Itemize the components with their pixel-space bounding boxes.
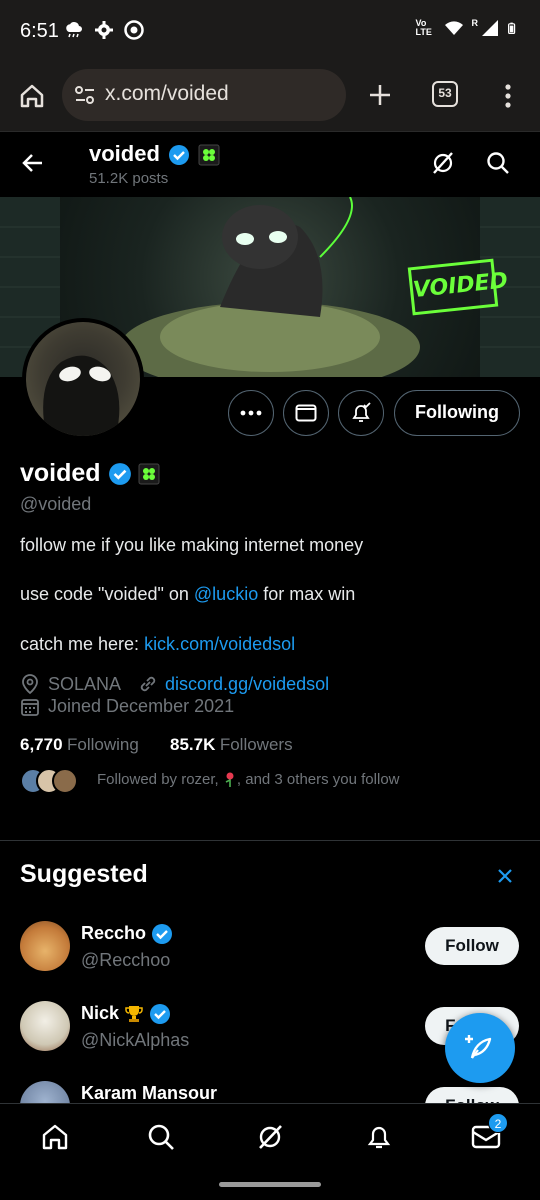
search-icon[interactable] — [485, 150, 511, 176]
joined-text: Joined December 2021 — [48, 696, 235, 716]
profile-handle: @voided — [20, 494, 92, 514]
bell-check-icon — [352, 402, 371, 422]
bio-text: catch me here: — [20, 634, 145, 654]
verified-badge-icon — [108, 463, 131, 486]
site-settings-icon[interactable] — [74, 84, 96, 106]
suggestion-avatar[interactable] — [20, 921, 70, 971]
grok-icon[interactable] — [430, 150, 456, 176]
following-count[interactable]: 6,770 Following — [20, 735, 139, 755]
header-post-count: 51.2K posts — [89, 170, 169, 187]
more-options-button[interactable] — [228, 390, 274, 436]
followed-by-avatars[interactable] — [20, 768, 82, 794]
bell-icon[interactable] — [364, 1122, 394, 1152]
verified-badge-icon — [152, 924, 173, 945]
suggestion-name[interactable]: Karam Mansour — [81, 1083, 217, 1104]
grok-icon[interactable] — [255, 1122, 285, 1152]
home-icon[interactable] — [18, 82, 46, 110]
gear-icon — [95, 21, 113, 39]
weather-icon — [66, 22, 82, 38]
suggestion-handle: @Recchoo — [81, 950, 171, 970]
location-text: SOLANA — [48, 673, 122, 694]
trophy-icon — [125, 1006, 143, 1023]
affiliate-badge-icon[interactable] — [138, 463, 160, 485]
status-time: 6:51 — [20, 20, 59, 42]
followed-by-post: , and 3 others you follow — [236, 771, 400, 788]
wifi-icon — [444, 21, 463, 35]
suggestion-handle: @NickAlphas — [81, 1030, 190, 1050]
verified-badge-icon — [150, 1004, 171, 1025]
followers-count[interactable]: 85.7K Followers — [170, 735, 293, 755]
mention-link[interactable]: @luckio — [194, 584, 258, 604]
profile-name-text: voided — [20, 459, 101, 487]
profile-avatar[interactable] — [22, 318, 144, 440]
compose-feather-icon — [465, 1035, 492, 1059]
suggested-title: Suggested — [20, 860, 148, 888]
signal-icon — [482, 20, 498, 36]
close-icon[interactable] — [496, 867, 514, 885]
suggestion-name-text: Reccho — [81, 923, 147, 943]
bio-text: use code "voided" on — [20, 584, 194, 604]
message-button[interactable] — [283, 390, 329, 436]
tab-count-button[interactable]: 53 — [432, 81, 458, 107]
suggestion-name[interactable]: Reccho — [81, 923, 173, 945]
bio-line-1: follow me if you like making internet mo… — [20, 535, 364, 555]
header-name-text: voided — [89, 141, 160, 166]
notifications-button[interactable] — [338, 390, 384, 436]
website-link[interactable]: discord.gg/voidedsol — [165, 674, 329, 695]
bio-text: for max win — [258, 584, 356, 604]
section-divider — [0, 840, 540, 841]
verified-badge-icon — [169, 145, 190, 166]
suggestion-name-text: Nick — [81, 1003, 120, 1023]
joined-row: Joined December 2021 — [20, 696, 234, 717]
messages-badge: 2 — [488, 1113, 508, 1133]
roaming-indicator: R — [471, 18, 479, 28]
compose-post-button[interactable] — [445, 1013, 515, 1083]
following-label: Following — [67, 735, 139, 754]
bio-line-2: use code "voided" on @luckio for max win — [20, 584, 355, 605]
more-horizontal-icon — [240, 410, 262, 416]
affiliate-badge-icon — [198, 144, 220, 166]
location-icon — [22, 674, 38, 695]
status-icons-right: Vo LTE R — [416, 18, 521, 38]
followed-by-pre: Followed by rozer, — [97, 771, 223, 788]
kick-link[interactable]: kick.com/voidedsol — [144, 634, 295, 654]
rose-icon — [225, 772, 234, 788]
follow-button[interactable]: Follow — [425, 927, 519, 965]
profile-meta-row: SOLANA discord.gg/voidedsol — [20, 673, 329, 695]
new-tab-icon[interactable] — [367, 82, 393, 108]
followers-label: Followers — [219, 735, 293, 754]
header-name: voided — [89, 141, 220, 167]
envelope-icon — [295, 404, 317, 422]
back-arrow-icon[interactable] — [20, 150, 46, 176]
avatar-artwork — [43, 355, 120, 436]
home-icon[interactable] — [40, 1122, 70, 1152]
phone-circle-icon — [124, 20, 144, 40]
suggestion-avatar[interactable] — [20, 1001, 70, 1051]
followers-number: 85.7K — [170, 735, 216, 754]
suggestion-name[interactable]: Nick — [81, 1003, 171, 1025]
followed-by-text[interactable]: Followed by rozer, , and 3 others you fo… — [97, 771, 400, 788]
link-icon — [140, 676, 156, 692]
gesture-home-bar[interactable] — [219, 1182, 321, 1187]
following-number: 6,770 — [20, 735, 63, 754]
profile-name: voided — [20, 459, 160, 488]
calendar-icon — [21, 698, 39, 716]
following-button[interactable]: Following — [394, 390, 520, 436]
avatar — [52, 768, 78, 794]
url-text[interactable]: x.com/voided — [105, 82, 229, 106]
status-icons-left — [64, 20, 144, 40]
bio-line-3: catch me here: kick.com/voidedsol — [20, 634, 295, 655]
battery-icon — [508, 22, 516, 34]
banner-logo: VOIDED — [407, 258, 509, 316]
volte-label: Vo LTE — [415, 18, 432, 37]
more-vertical-icon[interactable] — [498, 82, 518, 110]
search-icon[interactable] — [146, 1122, 176, 1152]
